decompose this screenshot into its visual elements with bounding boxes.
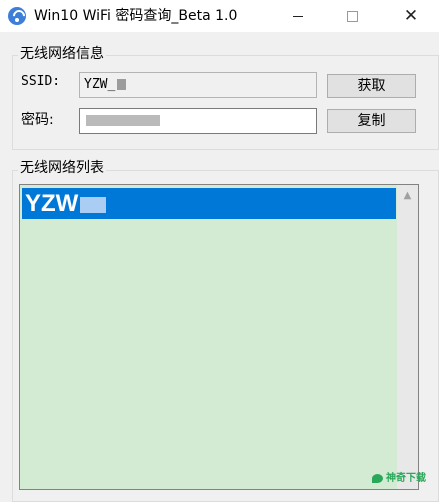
maximize-button[interactable] [329,0,375,32]
maximize-icon [346,10,358,22]
redacted-list-suffix [80,196,107,213]
close-button[interactable]: ✕ [388,0,434,32]
minimize-icon [293,15,303,17]
window-title: Win10 WiFi 密码查询_Beta 1.0 [34,8,238,24]
wifi-icon [8,7,26,25]
list-item-label: YZW [25,190,79,217]
copy-button[interactable]: 复制 [327,109,416,133]
minimize-button[interactable] [275,0,321,32]
password-label: 密码: [21,112,54,128]
watermark: 神奇下载 [372,469,426,484]
ssid-value: YZW_ [84,77,116,92]
wifi-info-legend: 无线网络信息 [18,45,106,63]
redacted-ssid-suffix [117,79,127,90]
close-icon: ✕ [403,5,419,26]
password-field[interactable] [79,108,317,134]
vertical-scrollbar[interactable]: ▲ [397,185,418,489]
list-item[interactable]: YZW [22,188,396,219]
redacted-password [86,115,160,126]
ssid-field[interactable]: YZW_ [79,72,317,98]
title-bar: Win10 WiFi 密码查询_Beta 1.0 ✕ [0,0,439,32]
leaf-icon [372,473,383,483]
watermark-text: 神奇下载 [386,473,426,484]
get-button[interactable]: 获取 [327,74,416,98]
ssid-label: SSID: [21,74,61,89]
scroll-up-icon[interactable]: ▲ [397,189,418,203]
wifi-info-group [12,55,439,150]
wifi-list-legend: 无线网络列表 [18,159,106,177]
wifi-listbox[interactable]: YZW ▲ [19,184,419,490]
